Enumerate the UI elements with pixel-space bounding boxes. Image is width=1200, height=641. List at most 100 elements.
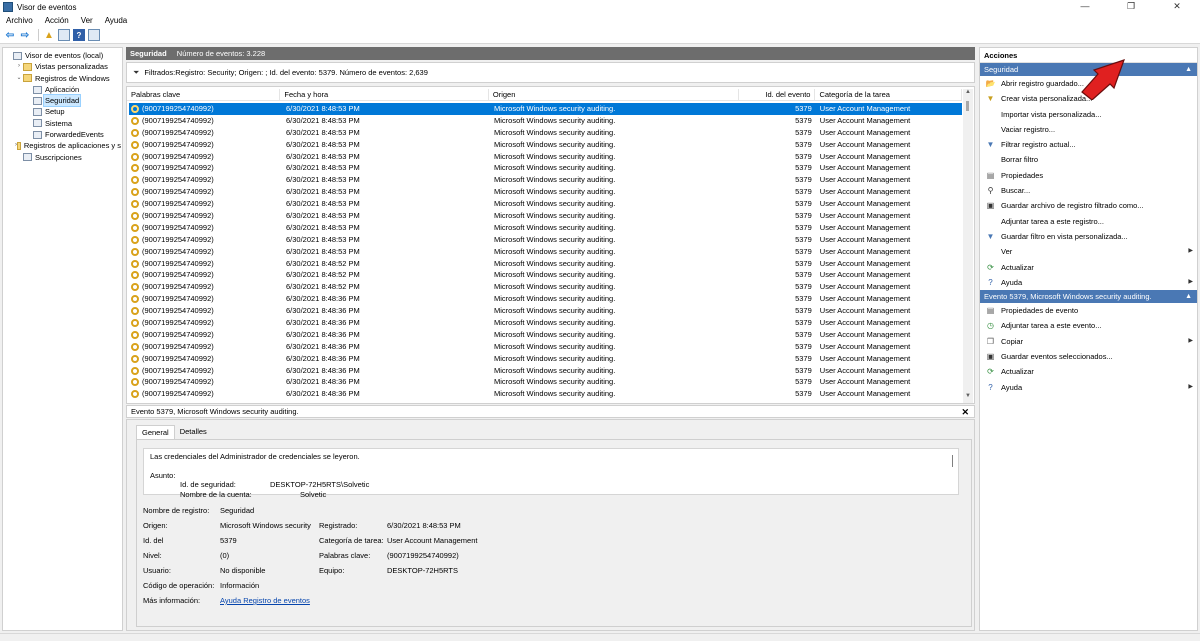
tree-expander-icon[interactable]: ⌄	[15, 73, 23, 84]
column-date-time[interactable]: Fecha y hora	[280, 89, 489, 100]
collapse-icon[interactable]: ▲	[1185, 290, 1192, 303]
submenu-arrow-icon: ▶	[1188, 337, 1193, 344]
table-scrollbar[interactable]: ▲ ▼	[963, 89, 973, 403]
show-hide-tree-icon[interactable]	[58, 29, 70, 41]
table-row[interactable]: (9007199254740992) 6/30/2021 8:48:53 PM Mi…	[129, 186, 962, 198]
tab-detalles[interactable]: Detalles	[175, 425, 212, 439]
table-row[interactable]: (9007199254740992) 6/30/2021 8:48:36 PM Mi…	[129, 365, 962, 377]
up-folder-icon[interactable]: ▲	[43, 29, 55, 41]
menu-archivo[interactable]: Archivo	[0, 16, 39, 25]
action-item[interactable]: ◷ Adjuntar tarea a este evento...	[980, 318, 1197, 333]
tree-item[interactable]: › Registros de aplicaciones y s	[3, 140, 122, 151]
column-source[interactable]: Origen	[489, 89, 739, 100]
back-arrow-icon[interactable]: ⇦	[4, 29, 16, 41]
help-icon[interactable]: ?	[73, 29, 85, 41]
action-item[interactable]: Ver ▶	[980, 244, 1197, 259]
action-item[interactable]: Borrar filtro	[980, 152, 1197, 167]
minimize-button[interactable]: —	[1062, 0, 1108, 14]
actions-section-event[interactable]: Evento 5379, Microsoft Windows security …	[980, 290, 1197, 304]
action-item[interactable]: ▼ Guardar filtro en vista personalizada..…	[980, 229, 1197, 244]
table-row[interactable]: (9007199254740992) 6/30/2021 8:48:53 PM Mi…	[129, 246, 962, 258]
scrollbar-thumb[interactable]	[966, 101, 969, 111]
action-item[interactable]: ? Ayuda ▶	[980, 380, 1197, 395]
action-item[interactable]: ▤ Propiedades	[980, 168, 1197, 183]
menu-ayuda[interactable]: Ayuda	[99, 16, 134, 25]
table-row[interactable]: (9007199254740992) 6/30/2021 8:48:53 PM Mi…	[129, 198, 962, 210]
account-name-label: Nombre de la cuenta:	[180, 489, 252, 499]
show-hide-actions-icon[interactable]	[88, 29, 100, 41]
close-detail-icon[interactable]: ✕	[961, 406, 969, 418]
tree-item[interactable]: Suscripciones	[3, 152, 122, 163]
table-row[interactable]: (9007199254740992) 6/30/2021 8:48:53 PM Mi…	[129, 222, 962, 234]
log-icon	[13, 51, 22, 60]
action-item[interactable]: ▣ Guardar eventos seleccionados...	[980, 349, 1197, 364]
table-row[interactable]: (9007199254740992) 6/30/2021 8:48:36 PM Mi…	[129, 293, 962, 305]
tree-item[interactable]: Aplicación	[3, 84, 122, 95]
tree-item[interactable]: ForwardedEvents	[3, 129, 122, 140]
action-item[interactable]: ⟳ Actualizar	[980, 364, 1197, 379]
table-row[interactable]: (9007199254740992) 6/30/2021 8:48:36 PM Mi…	[129, 329, 962, 341]
collapse-icon[interactable]: ▲	[1185, 63, 1192, 76]
table-row[interactable]: (9007199254740992) 6/30/2021 8:48:53 PM Mi…	[129, 151, 962, 163]
action-item[interactable]: ⚲ Buscar...	[980, 183, 1197, 198]
tree-item[interactable]: › Vistas personalizadas	[3, 61, 122, 72]
cell-text: (9007199254740992)	[142, 389, 214, 399]
table-row[interactable]: (9007199254740992) 6/30/2021 8:48:36 PM Mi…	[129, 341, 962, 353]
tree-item[interactable]: Setup	[3, 106, 122, 117]
cell-keywords: (9007199254740992)	[129, 281, 282, 293]
table-row[interactable]: (9007199254740992) 6/30/2021 8:48:52 PM Mi…	[129, 258, 962, 270]
table-row[interactable]: (9007199254740992) 6/30/2021 8:48:36 PM Mi…	[129, 305, 962, 317]
menu-accion[interactable]: Acción	[39, 16, 75, 25]
cell-source: Microsoft Windows security auditing.	[494, 104, 616, 113]
action-item[interactable]: Importar vista personalizada...	[980, 107, 1197, 122]
table-row[interactable]: (9007199254740992) 6/30/2021 8:48:53 PM Mi…	[129, 210, 962, 222]
cell-keywords: (9007199254740992)	[129, 103, 282, 115]
tree-item[interactable]: Visor de eventos (local)	[3, 50, 122, 61]
tab-general[interactable]: General	[136, 425, 175, 439]
action-item[interactable]: ⟳ Actualizar	[980, 260, 1197, 275]
cell-event-id: 5379	[795, 246, 812, 256]
scroll-down-icon[interactable]: ▼	[963, 393, 973, 403]
tree-item[interactable]: Seguridad	[3, 94, 122, 108]
attach-task-icon: ◷	[987, 321, 994, 331]
column-event-id[interactable]: Id. del evento	[739, 89, 816, 100]
table-row[interactable]: (9007199254740992) 6/30/2021 8:48:53 PM Mi…	[129, 174, 962, 186]
menu-ver[interactable]: Ver	[75, 16, 99, 25]
more-info-link[interactable]: Ayuda Registro de eventos	[220, 596, 310, 605]
close-button[interactable]: ✕	[1154, 0, 1200, 14]
forward-arrow-icon[interactable]: ⇨	[19, 29, 31, 41]
action-item[interactable]: Vaciar registro...	[980, 122, 1197, 137]
column-task-category[interactable]: Categoría de la tarea	[815, 89, 963, 100]
action-label: Actualizar	[1001, 262, 1034, 272]
cell-text: (9007199254740992)	[142, 151, 214, 161]
table-row[interactable]: (9007199254740992) 6/30/2021 8:48:53 PM Mi…	[129, 115, 962, 127]
action-item[interactable]: ▣ Guardar archivo de registro filtrado co…	[980, 198, 1197, 213]
tree-item[interactable]: ⌄ Registros de Windows	[3, 73, 122, 84]
cell-event-id: 5379	[795, 199, 812, 209]
table-row[interactable]: (9007199254740992) 6/30/2021 8:48:52 PM Mi…	[129, 269, 962, 281]
action-item[interactable]: ? Ayuda ▶	[980, 275, 1197, 290]
table-row[interactable]: (9007199254740992) 6/30/2021 8:48:53 PM Mi…	[129, 127, 962, 139]
action-item[interactable]: ▤ Propiedades de evento	[980, 303, 1197, 318]
tree-expander-icon[interactable]: ›	[15, 61, 23, 72]
column-keywords[interactable]: Palabras clave	[127, 89, 281, 100]
action-item[interactable]: Adjuntar tarea a este registro...	[980, 214, 1197, 229]
table-row[interactable]: (9007199254740992) 6/30/2021 8:48:53 PM Mi…	[129, 139, 962, 151]
table-row[interactable]: (9007199254740992) 6/30/2021 8:48:36 PM Mi…	[129, 376, 962, 388]
action-item[interactable]: ❐ Copiar ▶	[980, 334, 1197, 349]
action-item[interactable]: ▼ Filtrar registro actual...	[980, 137, 1197, 152]
table-row[interactable]: (9007199254740992) 6/30/2021 8:48:53 PM Mi…	[129, 103, 962, 115]
key-icon	[131, 176, 139, 185]
table-row[interactable]: (9007199254740992) 6/30/2021 8:48:36 PM Mi…	[129, 317, 962, 329]
table-row[interactable]: (9007199254740992) 6/30/2021 8:48:53 PM Mi…	[129, 162, 962, 174]
table-row[interactable]: (9007199254740992) 6/30/2021 8:48:53 PM Mi…	[129, 234, 962, 246]
table-row[interactable]: (9007199254740992) 6/30/2021 8:48:36 PM Mi…	[129, 353, 962, 365]
message-scrollbar[interactable]	[952, 455, 953, 467]
maximize-button[interactable]: ❐	[1108, 0, 1154, 14]
blank-icon	[986, 156, 995, 165]
scroll-up-icon[interactable]: ▲	[963, 89, 973, 99]
table-row[interactable]: (9007199254740992) 6/30/2021 8:48:36 PM Mi…	[129, 388, 962, 400]
table-row[interactable]: (9007199254740992) 6/30/2021 8:48:52 PM Mi…	[129, 281, 962, 293]
blank-icon	[986, 110, 995, 119]
tree-item[interactable]: Sistema	[3, 118, 122, 129]
